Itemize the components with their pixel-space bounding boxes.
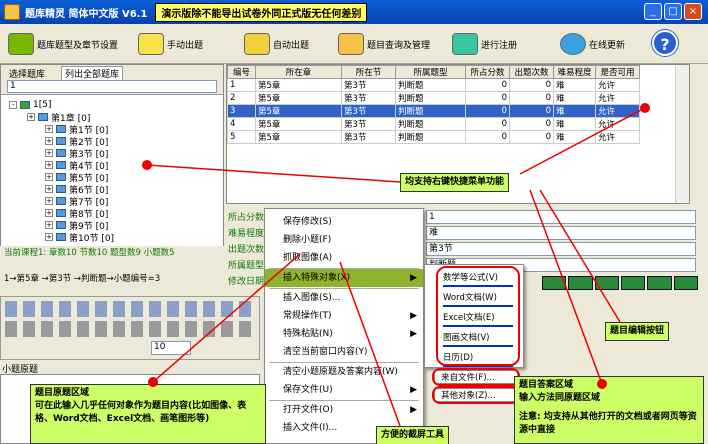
annotation-line: [146, 164, 401, 183]
annotation-line: [152, 253, 301, 383]
annotation-line: [539, 189, 621, 323]
annotation-line: [519, 107, 646, 175]
annotation-line: [529, 189, 603, 385]
annotation-line: [339, 261, 401, 427]
annotation-lines: [146, 107, 646, 427]
